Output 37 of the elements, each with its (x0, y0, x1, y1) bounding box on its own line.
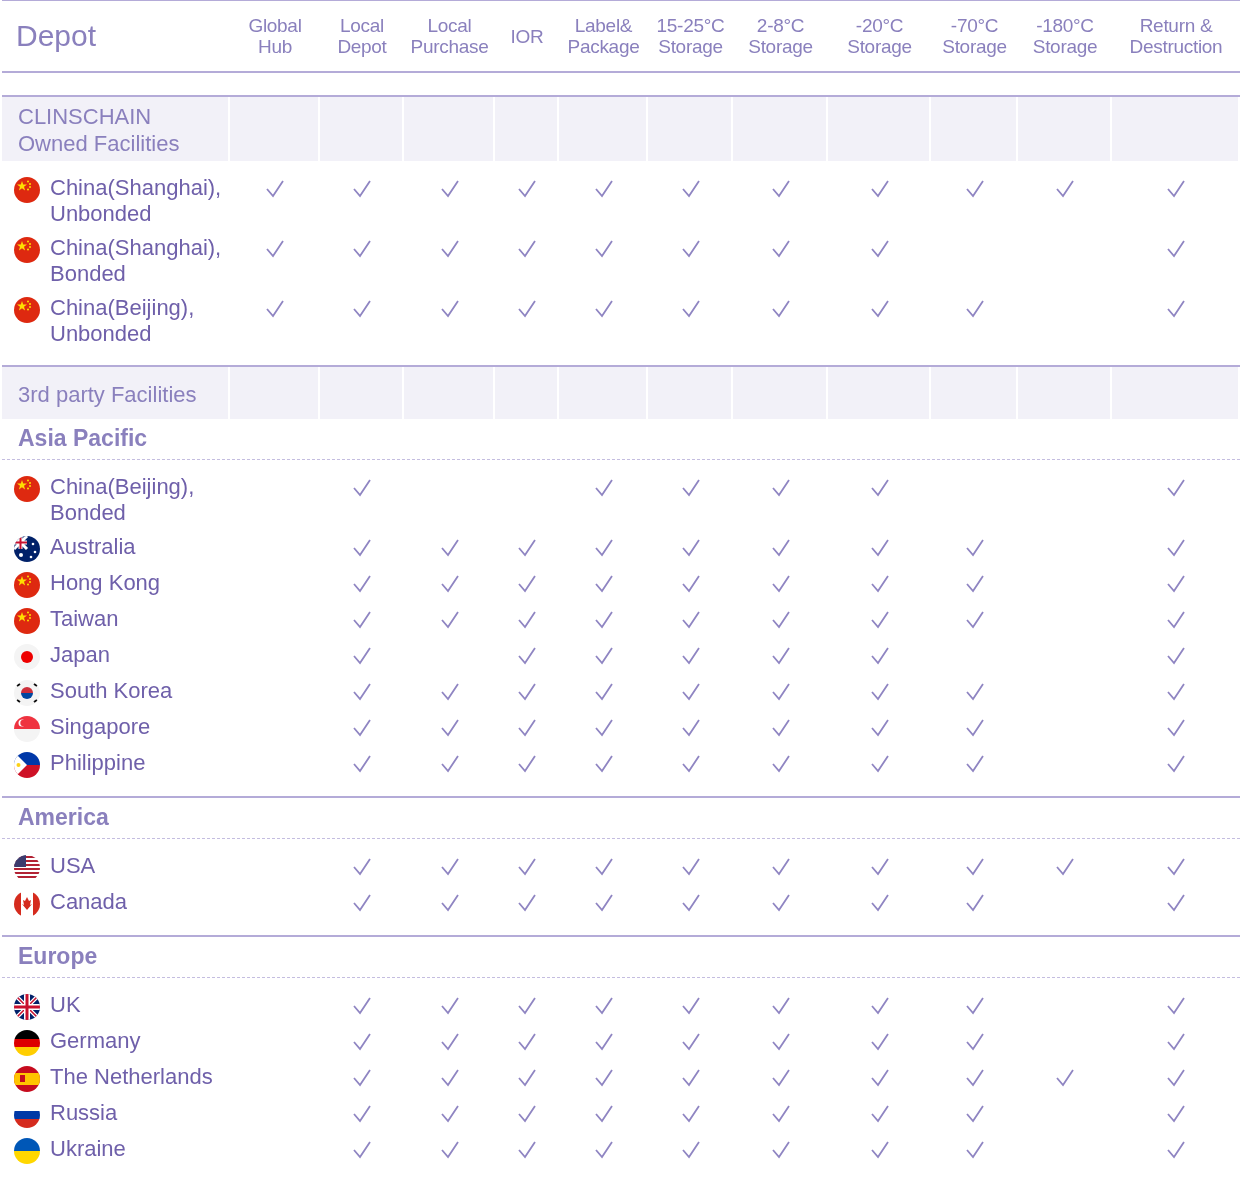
band-cell (495, 97, 559, 161)
facility-name: Philippine (50, 750, 147, 776)
column-header: IOR (509, 25, 545, 47)
facility-name: China(Shanghai), Bonded (50, 235, 223, 287)
facility-name: The Netherlands (50, 1064, 214, 1090)
facility-name: China(Shanghai), Unbonded (50, 175, 223, 227)
facility-name: South Korea (50, 678, 174, 704)
column-header: -180°C Storage (1031, 15, 1099, 57)
facility-name: Canada (50, 889, 129, 915)
column-header: Local Depot (336, 15, 388, 57)
band-cell (495, 367, 559, 419)
facility-name: Australia (50, 534, 137, 560)
facility-name: Ukraine (50, 1136, 127, 1162)
column-header: -20°C Storage (846, 15, 913, 57)
facility-name: Germany (50, 1028, 142, 1054)
column-header: 15-25°C Storage (655, 15, 726, 57)
facility-name: China(Beijing), Unbonded (50, 295, 196, 347)
section-title: 3rd party Facilities (18, 380, 198, 408)
region-heading: Asia Pacific (2, 419, 1240, 460)
facility-name: Japan (50, 642, 111, 668)
facility-name: UK (50, 992, 82, 1018)
column-header: -70°C Storage (941, 15, 1008, 57)
facility-name: Hong Kong (50, 570, 162, 596)
column-header: 2-8°C Storage (747, 15, 814, 57)
column-header: Label& Package (566, 15, 641, 57)
column-header: Return & Destruction (1128, 15, 1224, 57)
facility-name: USA (50, 853, 97, 879)
column-header: Global Hub (247, 15, 303, 57)
facility-name: Taiwan (50, 606, 120, 632)
region-heading: America (2, 798, 1240, 839)
section-title: CLINSCHAIN Owned Facilities (18, 103, 181, 157)
facility-name: Russia (50, 1100, 119, 1126)
facility-name: China(Beijing), Bonded (50, 474, 196, 526)
region-heading: Europe (2, 937, 1240, 978)
table-title: Depot (15, 19, 98, 53)
facility-name: Singapore (50, 714, 152, 740)
column-header: Local Purchase (409, 15, 490, 57)
